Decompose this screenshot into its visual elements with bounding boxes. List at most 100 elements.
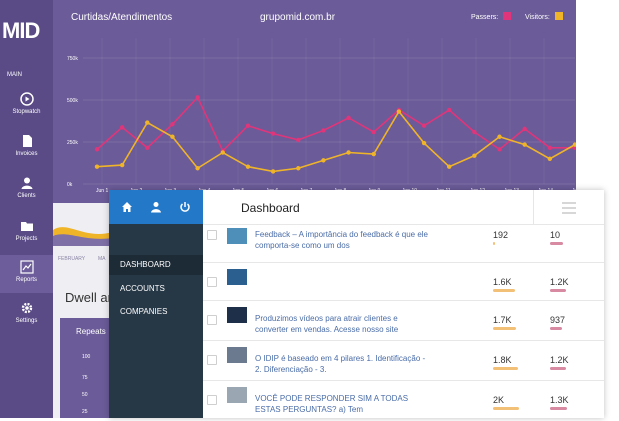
post-thumbnail[interactable] bbox=[227, 347, 247, 363]
hamburger-icon bbox=[562, 202, 576, 204]
main-sidebar: MID MAIN Stopwatch Invoices Clients Proj… bbox=[0, 0, 53, 418]
stat-likes-bar bbox=[493, 327, 517, 330]
visitors-point bbox=[346, 150, 351, 155]
passers-point bbox=[472, 129, 477, 135]
dashboard-panel: DASHBOARD ACCOUNTS COMPANIES Dashboard F… bbox=[109, 190, 604, 418]
passers-line bbox=[96, 95, 575, 153]
y-tick-label: 750k bbox=[67, 56, 78, 62]
sidebar-item-settings[interactable]: Settings bbox=[0, 301, 53, 324]
row-checkbox[interactable] bbox=[207, 315, 217, 325]
panel-toolbar bbox=[109, 190, 203, 224]
table-row[interactable]: VOCÊ PODE RESPONDER SIM A TODAS ESTAS PE… bbox=[203, 380, 604, 421]
gear-icon bbox=[21, 302, 32, 314]
visitors-point bbox=[119, 162, 125, 168]
user-icon bbox=[21, 177, 32, 189]
post-text[interactable]: Produzimos vídeos para atrair clientes e… bbox=[255, 313, 430, 335]
row-checkbox[interactable] bbox=[207, 230, 217, 240]
passers-point bbox=[447, 107, 452, 113]
sidebar-item-reports[interactable]: Reports bbox=[0, 255, 53, 293]
passers-point bbox=[547, 145, 553, 150]
post-text[interactable]: O IDIP é baseado em 4 pilares 1. Identif… bbox=[255, 353, 430, 375]
visitors-point bbox=[170, 134, 175, 139]
stat-reach: 1.2K bbox=[550, 277, 569, 287]
row-checkbox[interactable] bbox=[207, 355, 217, 365]
power-icon[interactable] bbox=[179, 201, 191, 213]
stat-reach-bar bbox=[550, 327, 562, 330]
post-thumbnail[interactable] bbox=[227, 307, 247, 323]
visitors-line bbox=[96, 110, 576, 173]
y-tick-label: 0k bbox=[67, 182, 73, 188]
table-row[interactable]: O IDIP é baseado em 4 pilares 1. Identif… bbox=[203, 340, 604, 381]
line-chart-card: Curtidas/Atendimentos grupomid.com.br Pa… bbox=[53, 0, 576, 203]
sidebar-item-projects[interactable]: Projects bbox=[0, 219, 53, 242]
stat-likes: 192 bbox=[493, 230, 509, 240]
passers-point bbox=[270, 131, 276, 136]
visitors-point bbox=[220, 150, 225, 155]
sidebar-section-label: MAIN bbox=[7, 72, 22, 78]
visitors-point bbox=[145, 120, 150, 125]
sidebar-item-label: Clients bbox=[17, 193, 36, 199]
stopwatch-icon bbox=[19, 92, 34, 106]
visitors-point bbox=[195, 166, 200, 171]
repeats-tick: 75 bbox=[82, 375, 88, 381]
passers-point bbox=[296, 137, 301, 143]
visitors-point bbox=[421, 140, 427, 146]
stat-likes: 1.6K bbox=[493, 277, 512, 287]
table-row[interactable]: Feedback – A importância do feedback é q… bbox=[203, 224, 604, 265]
passers-point bbox=[321, 128, 326, 133]
row-checkbox[interactable] bbox=[207, 277, 217, 287]
month-label: FEBRUARY bbox=[58, 256, 86, 262]
stat-likes: 2K bbox=[493, 395, 505, 405]
stat-reach-bar bbox=[550, 407, 567, 410]
visitors-point bbox=[371, 151, 376, 157]
visitors-point bbox=[321, 158, 326, 163]
passers-point bbox=[245, 123, 251, 128]
menu-item-dashboard[interactable]: DASHBOARD bbox=[109, 255, 203, 275]
visitors-point bbox=[270, 169, 276, 174]
post-thumbnail[interactable] bbox=[227, 387, 247, 403]
passers-point bbox=[119, 125, 125, 130]
page-title: Dashboard bbox=[241, 201, 300, 215]
panel-sidebar: DASHBOARD ACCOUNTS COMPANIES bbox=[109, 190, 203, 418]
post-thumbnail[interactable] bbox=[227, 228, 247, 244]
stat-reach-bar bbox=[550, 242, 563, 245]
x-tick-label: Jun 1 bbox=[96, 188, 108, 194]
sidebar-item-stopwatch[interactable]: Stopwatch bbox=[0, 92, 53, 115]
repeats-tick: 50 bbox=[82, 392, 88, 398]
visitors-point bbox=[522, 142, 527, 147]
user-icon[interactable] bbox=[150, 201, 162, 213]
stat-likes-bar bbox=[493, 407, 519, 410]
repeats-tick: 25 bbox=[82, 409, 88, 415]
stat-likes: 1.8K bbox=[493, 355, 512, 365]
sidebar-item-clients[interactable]: Clients bbox=[0, 176, 53, 199]
home-icon[interactable] bbox=[121, 201, 133, 213]
post-text[interactable]: Feedback – A importância do feedback é q… bbox=[255, 229, 430, 251]
stat-reach-bar bbox=[550, 289, 566, 292]
sidebar-item-invoices[interactable]: Invoices bbox=[0, 134, 53, 157]
passers-point bbox=[371, 129, 376, 135]
table-row[interactable]: Produzimos vídeos para atrair clientes e… bbox=[203, 300, 604, 341]
table-row[interactable]: 1.6K 1.2K bbox=[203, 262, 604, 303]
y-tick-label: 500k bbox=[67, 98, 78, 104]
menu-item-companies[interactable]: COMPANIES bbox=[109, 302, 203, 322]
post-text[interactable]: VOCÊ PODE RESPONDER SIM A TODAS ESTAS PE… bbox=[255, 393, 430, 415]
visitors-point bbox=[447, 164, 452, 169]
document-icon bbox=[22, 135, 32, 147]
month-label: MA bbox=[98, 256, 106, 262]
stat-likes-bar bbox=[493, 367, 518, 370]
passers-point bbox=[497, 147, 502, 152]
stat-likes-bar bbox=[493, 242, 495, 245]
stat-reach-bar bbox=[550, 367, 566, 370]
stat-likes-bar bbox=[493, 289, 516, 292]
row-checkbox[interactable] bbox=[207, 395, 217, 405]
stat-reach: 10 bbox=[550, 230, 561, 240]
passers-point bbox=[522, 126, 527, 132]
sidebar-item-label: Reports bbox=[15, 277, 37, 283]
menu-toggle-button[interactable] bbox=[533, 190, 605, 224]
stat-reach: 1.2K bbox=[550, 355, 569, 365]
passers-point bbox=[94, 147, 100, 152]
visitors-point bbox=[94, 164, 100, 169]
menu-item-accounts[interactable]: ACCOUNTS bbox=[109, 279, 203, 299]
post-thumbnail[interactable] bbox=[227, 269, 247, 285]
chart-icon bbox=[19, 260, 34, 274]
